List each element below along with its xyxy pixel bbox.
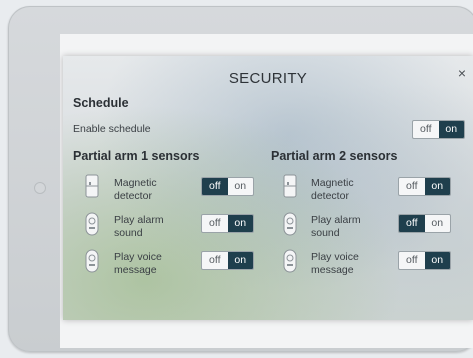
close-icon[interactable]: × xyxy=(455,66,469,80)
voice-message-icon xyxy=(85,249,99,273)
partial-arm-2-heading: Partial arm 2 sensors xyxy=(271,149,398,163)
toggle-on[interactable]: on xyxy=(425,215,451,232)
toggle-off[interactable]: off xyxy=(399,215,425,232)
toggle-on[interactable]: on xyxy=(227,215,253,232)
label-line-2: message xyxy=(114,264,157,276)
play-voice-message-label: Play voice message xyxy=(114,251,162,277)
label-line-2: sound xyxy=(114,227,143,239)
group1-play-voice-message-toggle[interactable]: off on xyxy=(201,251,254,270)
play-alarm-sound-label: Play alarm sound xyxy=(311,214,361,240)
toggle-on[interactable]: on xyxy=(438,121,464,138)
toggle-off[interactable]: off xyxy=(202,215,228,232)
toggle-off[interactable]: off xyxy=(399,252,425,269)
label-line-2: sound xyxy=(311,227,340,239)
voice-message-icon xyxy=(283,249,297,273)
play-voice-message-label: Play voice message xyxy=(311,251,359,277)
partial-arm-1-heading: Partial arm 1 sensors xyxy=(73,149,200,163)
toggle-on[interactable]: on xyxy=(228,178,254,195)
dialog-title: SECURITY xyxy=(228,70,308,87)
play-alarm-sound-label: Play alarm sound xyxy=(114,214,164,240)
toggle-off[interactable]: off xyxy=(399,178,425,195)
label-line-1: Magnetic xyxy=(311,177,354,189)
label-line-2: detector xyxy=(311,190,349,202)
label-line-1: Magnetic xyxy=(114,177,157,189)
label-line-2: detector xyxy=(114,190,152,202)
magnetic-detector-icon xyxy=(85,174,99,198)
toggle-off[interactable]: off xyxy=(202,178,228,195)
magnetic-detector-label: Magnetic detector xyxy=(114,177,157,203)
label-line-2: message xyxy=(311,264,354,276)
security-dialog: SECURITY × Schedule Enable schedule off … xyxy=(63,56,473,320)
label-line-1: Play alarm xyxy=(114,214,164,226)
label-line-1: Play voice xyxy=(311,251,359,263)
alarm-siren-icon xyxy=(283,212,297,236)
toggle-off[interactable]: off xyxy=(202,252,228,269)
enable-schedule-label: Enable schedule xyxy=(73,123,151,135)
magnetic-detector-label: Magnetic detector xyxy=(311,177,354,203)
toggle-on[interactable]: on xyxy=(424,252,450,269)
label-line-1: Play voice xyxy=(114,251,162,263)
group1-play-alarm-sound-toggle[interactable]: off on xyxy=(201,214,254,233)
group2-play-voice-message-toggle[interactable]: off on xyxy=(398,251,451,270)
toggle-off[interactable]: off xyxy=(413,121,439,138)
home-button[interactable] xyxy=(34,182,46,194)
toggle-on[interactable]: on xyxy=(227,252,253,269)
tablet-screen: SECURITY × Schedule Enable schedule off … xyxy=(60,34,473,348)
alarm-siren-icon xyxy=(85,212,99,236)
group1-magnetic-detector-toggle[interactable]: off on xyxy=(201,177,254,196)
label-line-1: Play alarm xyxy=(311,214,361,226)
schedule-heading: Schedule xyxy=(73,96,129,110)
group2-magnetic-detector-toggle[interactable]: off on xyxy=(398,177,451,196)
magnetic-detector-icon xyxy=(283,174,297,198)
toggle-on[interactable]: on xyxy=(424,178,450,195)
group2-play-alarm-sound-toggle[interactable]: off on xyxy=(398,214,451,233)
enable-schedule-toggle[interactable]: off on xyxy=(412,120,465,139)
